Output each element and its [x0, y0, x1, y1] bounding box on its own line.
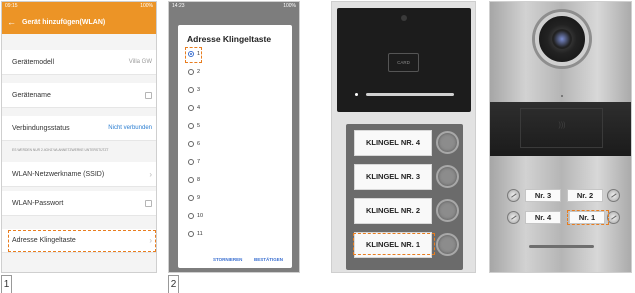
bell-button	[436, 165, 459, 188]
radio-icon[interactable]	[188, 69, 194, 75]
camera-module: CARD	[337, 8, 471, 112]
lens-sensor	[561, 95, 563, 97]
option-6[interactable]: 6	[188, 139, 200, 149]
page-title: Gerät hinzufügen(WLAN)	[22, 18, 106, 26]
connection-status-value: Nicht verbunden	[108, 125, 152, 131]
row-ssid[interactable]: WLAN-Netzwerkname (SSID) ›	[2, 162, 156, 187]
name-plate: KLINGEL NR. 4	[354, 130, 432, 156]
row-label: Verbindungsstatus	[12, 124, 70, 132]
name-plate: Nr. 3	[525, 189, 561, 202]
option-label: 3	[197, 87, 201, 93]
option-4[interactable]: 4	[188, 103, 200, 113]
option-label: 1	[197, 51, 201, 57]
wlan-note: ES WERDEN NUR 2.4GHZ WLANNETZWERKE UNTER…	[2, 146, 156, 159]
highlight-frame	[567, 210, 609, 225]
name-plate: Nr. 2	[567, 189, 603, 202]
back-arrow-icon[interactable]: ←	[7, 17, 16, 27]
speaker-slot	[529, 245, 594, 248]
option-label: 5	[197, 123, 201, 129]
card-reader: CARD	[388, 53, 419, 72]
row-value: Villa GW	[128, 59, 152, 65]
radio-icon[interactable]	[188, 51, 194, 57]
bell-button	[507, 189, 520, 202]
radio-icon[interactable]	[188, 87, 194, 93]
option-9[interactable]: 9	[188, 193, 200, 203]
bell-button	[436, 199, 459, 222]
option-8[interactable]: 8	[188, 175, 200, 185]
option-label: 10	[197, 213, 204, 219]
row-label: WLAN-Netzwerkname (SSID)	[12, 170, 105, 178]
led-indicator	[355, 93, 358, 96]
bell-button	[507, 211, 520, 224]
bell-button	[607, 189, 620, 202]
radio-icon[interactable]	[188, 123, 194, 129]
camera-lens-icon	[401, 15, 407, 21]
name-plate: Nr. 4	[525, 211, 561, 224]
row-connection-status: Verbindungsstatus Nicht verbunden	[2, 116, 156, 141]
cancel-button[interactable]: STORNIEREN	[213, 257, 242, 262]
dialog-title: Adresse Klingeltaste	[187, 34, 272, 44]
radio-icon[interactable]	[188, 159, 194, 165]
radio-icon[interactable]	[188, 213, 194, 219]
app-bar: ← Gerät hinzufügen(WLAN)	[2, 10, 156, 34]
option-1[interactable]: 1	[188, 49, 200, 59]
speaker-grille	[366, 93, 454, 96]
name-plate: KLINGEL NR. 2	[354, 198, 432, 224]
option-label: 11	[197, 231, 203, 237]
option-label: 6	[197, 141, 201, 147]
option-label: 2	[197, 69, 201, 75]
edit-icon[interactable]	[145, 199, 152, 207]
radio-icon[interactable]	[188, 231, 194, 237]
step-number: 1	[1, 275, 12, 293]
name-plate: KLINGEL NR. 3	[354, 164, 432, 190]
status-bar: 14:23 100%	[169, 2, 299, 10]
nfc-icon: )))	[558, 122, 566, 129]
radio-icon[interactable]	[188, 195, 194, 201]
option-label: 8	[197, 177, 201, 183]
step-number: 2	[168, 275, 179, 293]
highlight-frame	[353, 233, 435, 255]
row-label: Gerätename	[12, 91, 51, 99]
bell-button	[436, 131, 459, 154]
row-device-name[interactable]: Gerätename	[2, 83, 156, 108]
status-battery: 100%	[283, 3, 296, 9]
radio-icon[interactable]	[188, 177, 194, 183]
option-2[interactable]: 2	[188, 67, 200, 77]
status-time: 14:23	[172, 3, 185, 9]
row-wlan-password[interactable]: WLAN-Passwort	[2, 191, 156, 216]
option-label: 7	[197, 159, 201, 165]
metal-station-photo: ))) Nr. 3 Nr. 2 Nr. 4 Nr. 1	[489, 1, 632, 273]
bell-button	[436, 233, 459, 256]
radio-icon[interactable]	[188, 105, 194, 111]
option-5[interactable]: 5	[188, 121, 200, 131]
status-battery: 100%	[140, 3, 153, 9]
status-bar: 09:15 100%	[2, 2, 156, 10]
lens-glass	[552, 29, 572, 49]
highlight-frame	[8, 230, 156, 252]
row-label: Gerätemodell	[12, 58, 55, 66]
option-7[interactable]: 7	[188, 157, 200, 167]
outdoor-station-photo: CARD KLINGEL NR. 4 KLINGEL NR. 3 KLINGEL…	[331, 1, 476, 273]
row-device-model: Gerätemodell Villa GW	[2, 50, 156, 75]
option-10[interactable]: 10	[188, 211, 203, 221]
edit-icon[interactable]	[145, 91, 152, 99]
option-label: 4	[197, 105, 201, 111]
app-screen-wlan: 09:15 100% ← Gerät hinzufügen(WLAN) Gerä…	[1, 1, 157, 273]
status-time: 09:15	[5, 3, 18, 9]
row-label: WLAN-Passwort	[12, 199, 64, 207]
address-dialog-screen: 14:23 100% Adresse Klingeltaste 1 2 3 4 …	[168, 1, 300, 273]
confirm-button[interactable]: BESTÄTIGEN	[254, 257, 283, 262]
radio-icon[interactable]	[188, 141, 194, 147]
address-dialog: Adresse Klingeltaste 1 2 3 4 5 6 7 8 9 1…	[178, 25, 292, 268]
option-3[interactable]: 3	[188, 85, 200, 95]
chevron-right-icon: ›	[149, 169, 152, 179]
option-label: 9	[197, 195, 201, 201]
option-11[interactable]: 11	[188, 229, 203, 239]
